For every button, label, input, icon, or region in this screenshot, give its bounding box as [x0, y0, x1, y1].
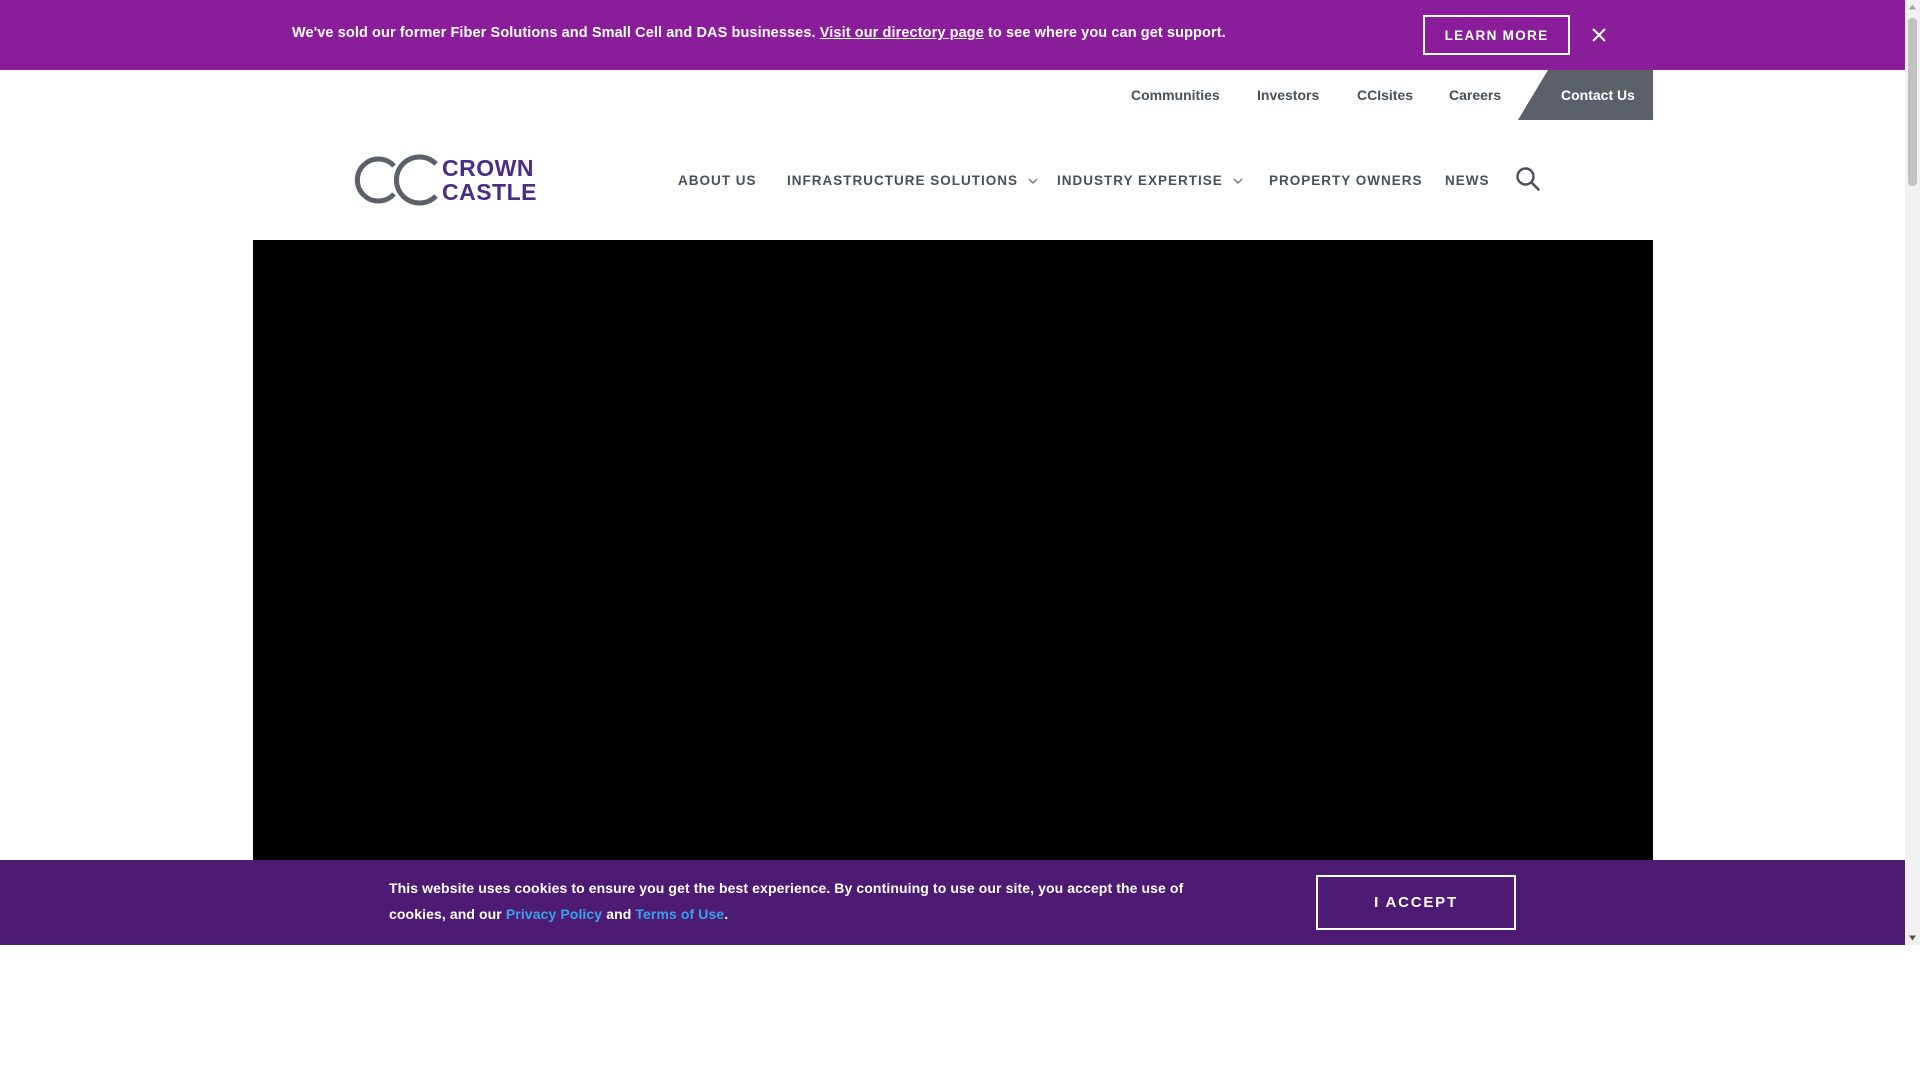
- terms-of-use-link[interactable]: Terms of Use: [635, 906, 724, 922]
- announcement-text: We've sold our former Fiber Solutions an…: [292, 25, 1226, 41]
- contact-us-label: Contact Us: [1561, 87, 1635, 103]
- scrollbar-thumb[interactable]: [1908, 18, 1917, 186]
- search-button[interactable]: [1515, 166, 1541, 192]
- scroll-down-arrow-icon[interactable]: [1908, 933, 1917, 942]
- search-icon: [1516, 167, 1540, 191]
- chevron-down-icon: [1233, 178, 1243, 184]
- nav-news[interactable]: NEWS: [1445, 173, 1490, 188]
- viewport: We've sold our former Fiber Solutions an…: [0, 0, 1905, 945]
- util-link-ccisites[interactable]: CCIsites: [1357, 87, 1413, 103]
- util-link-careers[interactable]: Careers: [1449, 87, 1501, 103]
- learn-more-button[interactable]: LEARN MORE: [1423, 15, 1570, 55]
- close-icon: [1592, 28, 1606, 42]
- accept-cookies-button[interactable]: I ACCEPT: [1316, 875, 1516, 930]
- nav-industry-expertise-label: INDUSTRY EXPERTISE: [1057, 173, 1223, 188]
- cookie-text: This website uses cookies to ensure you …: [389, 875, 1189, 927]
- announcement-banner: We've sold our former Fiber Solutions an…: [0, 0, 1905, 70]
- page-scrollbar[interactable]: [1905, 0, 1920, 945]
- logo-mark-icon: [354, 154, 438, 206]
- contact-us-button[interactable]: Contact Us: [1518, 70, 1653, 120]
- nav-industry-expertise[interactable]: INDUSTRY EXPERTISE: [1057, 173, 1243, 188]
- banner-close-button[interactable]: [1586, 22, 1612, 48]
- util-link-investors[interactable]: Investors: [1257, 87, 1319, 103]
- logo-word-castle: CASTLE: [442, 179, 537, 205]
- crown-castle-logo[interactable]: CROWN CASTLE: [352, 154, 537, 206]
- nav-infrastructure-solutions[interactable]: INFRASTRUCTURE SOLUTIONS: [787, 173, 1038, 188]
- hero-video[interactable]: [253, 240, 1653, 860]
- util-link-communities[interactable]: Communities: [1131, 87, 1220, 103]
- announcement-text-before: We've sold our former Fiber Solutions an…: [292, 25, 820, 41]
- nav-about-us-label: ABOUT US: [678, 173, 757, 188]
- logo-word-crown: CROWN: [442, 155, 534, 181]
- directory-page-link[interactable]: Visit our directory page: [820, 25, 984, 41]
- nav-news-label: NEWS: [1445, 173, 1490, 188]
- scroll-up-arrow-icon[interactable]: [1908, 3, 1917, 12]
- nav-infrastructure-solutions-label: INFRASTRUCTURE SOLUTIONS: [787, 173, 1018, 188]
- cookie-and: and: [602, 906, 636, 922]
- privacy-policy-link[interactable]: Privacy Policy: [506, 906, 602, 922]
- utility-nav: Communities Investors CCIsites Careers C…: [0, 70, 1905, 120]
- cookie-consent-bar: This website uses cookies to ensure you …: [0, 860, 1905, 945]
- announcement-text-after: to see where you can get support.: [983, 25, 1226, 41]
- nav-about-us[interactable]: ABOUT US: [678, 173, 757, 188]
- nav-property-owners[interactable]: PROPERTY OWNERS: [1269, 173, 1423, 188]
- nav-property-owners-label: PROPERTY OWNERS: [1269, 173, 1423, 188]
- cookie-period: .: [724, 906, 729, 922]
- chevron-down-icon: [1028, 178, 1038, 184]
